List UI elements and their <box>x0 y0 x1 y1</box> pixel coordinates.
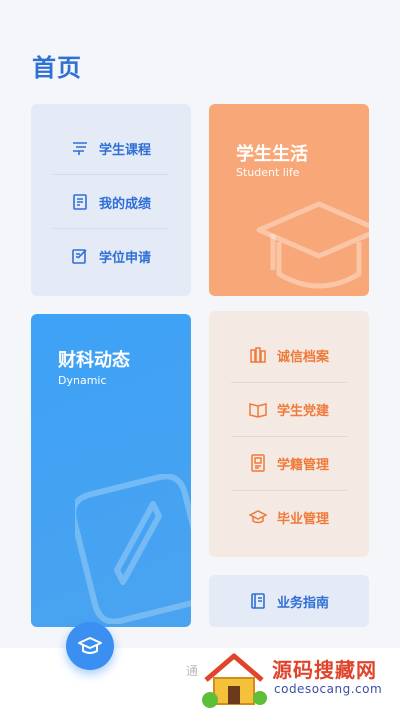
integrity-archive-label: 诚信档案 <box>276 349 329 365</box>
course-button[interactable]: 学生课程 <box>45 121 177 175</box>
dynamic-title: 财科动态 <box>58 350 130 371</box>
open-book-icon <box>249 400 267 418</box>
student-life-title: 学生生活 <box>236 144 308 165</box>
party-building-label: 学生党建 <box>276 403 329 419</box>
page-title: 首页 <box>32 54 82 82</box>
watermark-title: 源码搜藏网 <box>272 658 377 682</box>
graduation-management-button[interactable]: 毕业管理 <box>219 491 359 543</box>
books-icon <box>249 346 267 364</box>
course-label: 学生课程 <box>98 142 151 158</box>
graduation-cap-icon <box>78 637 102 654</box>
integrity-archive-button[interactable]: 诚信档案 <box>219 329 359 381</box>
compass-icon <box>75 474 191 624</box>
graduation-management-label: 毕业管理 <box>276 511 329 527</box>
degree-application-label: 学位申请 <box>98 250 151 266</box>
guide-book-icon <box>249 592 267 610</box>
course-icon <box>71 139 89 157</box>
application-icon <box>71 247 89 265</box>
id-card-icon <box>249 454 267 472</box>
house-logo-icon <box>202 653 267 708</box>
enrollment-management-label: 学籍管理 <box>276 457 329 473</box>
enrollment-management-button[interactable]: 学籍管理 <box>219 437 359 489</box>
dynamic-subtitle: Dynamic <box>58 374 107 387</box>
grades-button[interactable]: 我的成绩 <box>45 175 177 229</box>
watermark-fragment: 通 <box>186 664 199 678</box>
grades-icon <box>71 193 89 211</box>
grades-label: 我的成绩 <box>98 196 151 212</box>
student-services-card: 学生课程 我的成绩 学位申请 <box>31 104 191 296</box>
graduation-cap-icon <box>256 201 369 289</box>
business-guide-label: 业务指南 <box>276 595 329 611</box>
cap-icon <box>248 508 268 526</box>
student-life-subtitle: Student life <box>236 166 300 179</box>
home-fab-button[interactable] <box>66 622 114 670</box>
party-building-button[interactable]: 学生党建 <box>219 383 359 435</box>
student-life-card[interactable]: 学生生活 Student life <box>209 104 369 296</box>
degree-application-button[interactable]: 学位申请 <box>45 229 177 283</box>
student-affairs-card: 诚信档案 学生党建 学籍管理 毕业管理 <box>209 311 369 557</box>
dynamic-card[interactable]: 财科动态 Dynamic <box>31 314 191 627</box>
business-guide-button[interactable]: 业务指南 <box>209 575 369 627</box>
watermark-url: codesocang.com <box>274 682 383 696</box>
